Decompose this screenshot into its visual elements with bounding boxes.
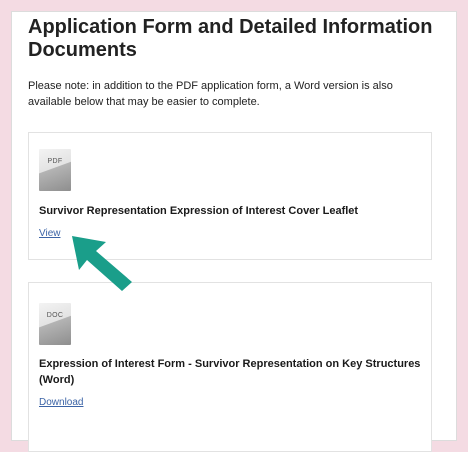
file-type-label: PDF — [47, 158, 63, 165]
pdf-file-icon: PDF — [39, 149, 71, 191]
document-title: Expression of Interest Form - Survivor R… — [39, 358, 421, 386]
pointer-arrow-icon — [72, 236, 132, 291]
view-link[interactable]: View — [39, 228, 61, 239]
section-note: Please note: in addition to the PDF appl… — [28, 80, 393, 108]
document-card-doc: DOC Expression of Interest Form - Surviv… — [28, 282, 432, 452]
section-title: Application Form and Detailed Informatio… — [28, 16, 433, 61]
document-title: Survivor Representation Expression of In… — [39, 205, 359, 217]
download-link[interactable]: Download — [39, 397, 83, 408]
documents-panel: Application Form and Detailed Informatio… — [11, 11, 457, 452]
file-type-label: DOC — [46, 312, 64, 319]
doc-file-icon: DOC — [39, 303, 71, 345]
